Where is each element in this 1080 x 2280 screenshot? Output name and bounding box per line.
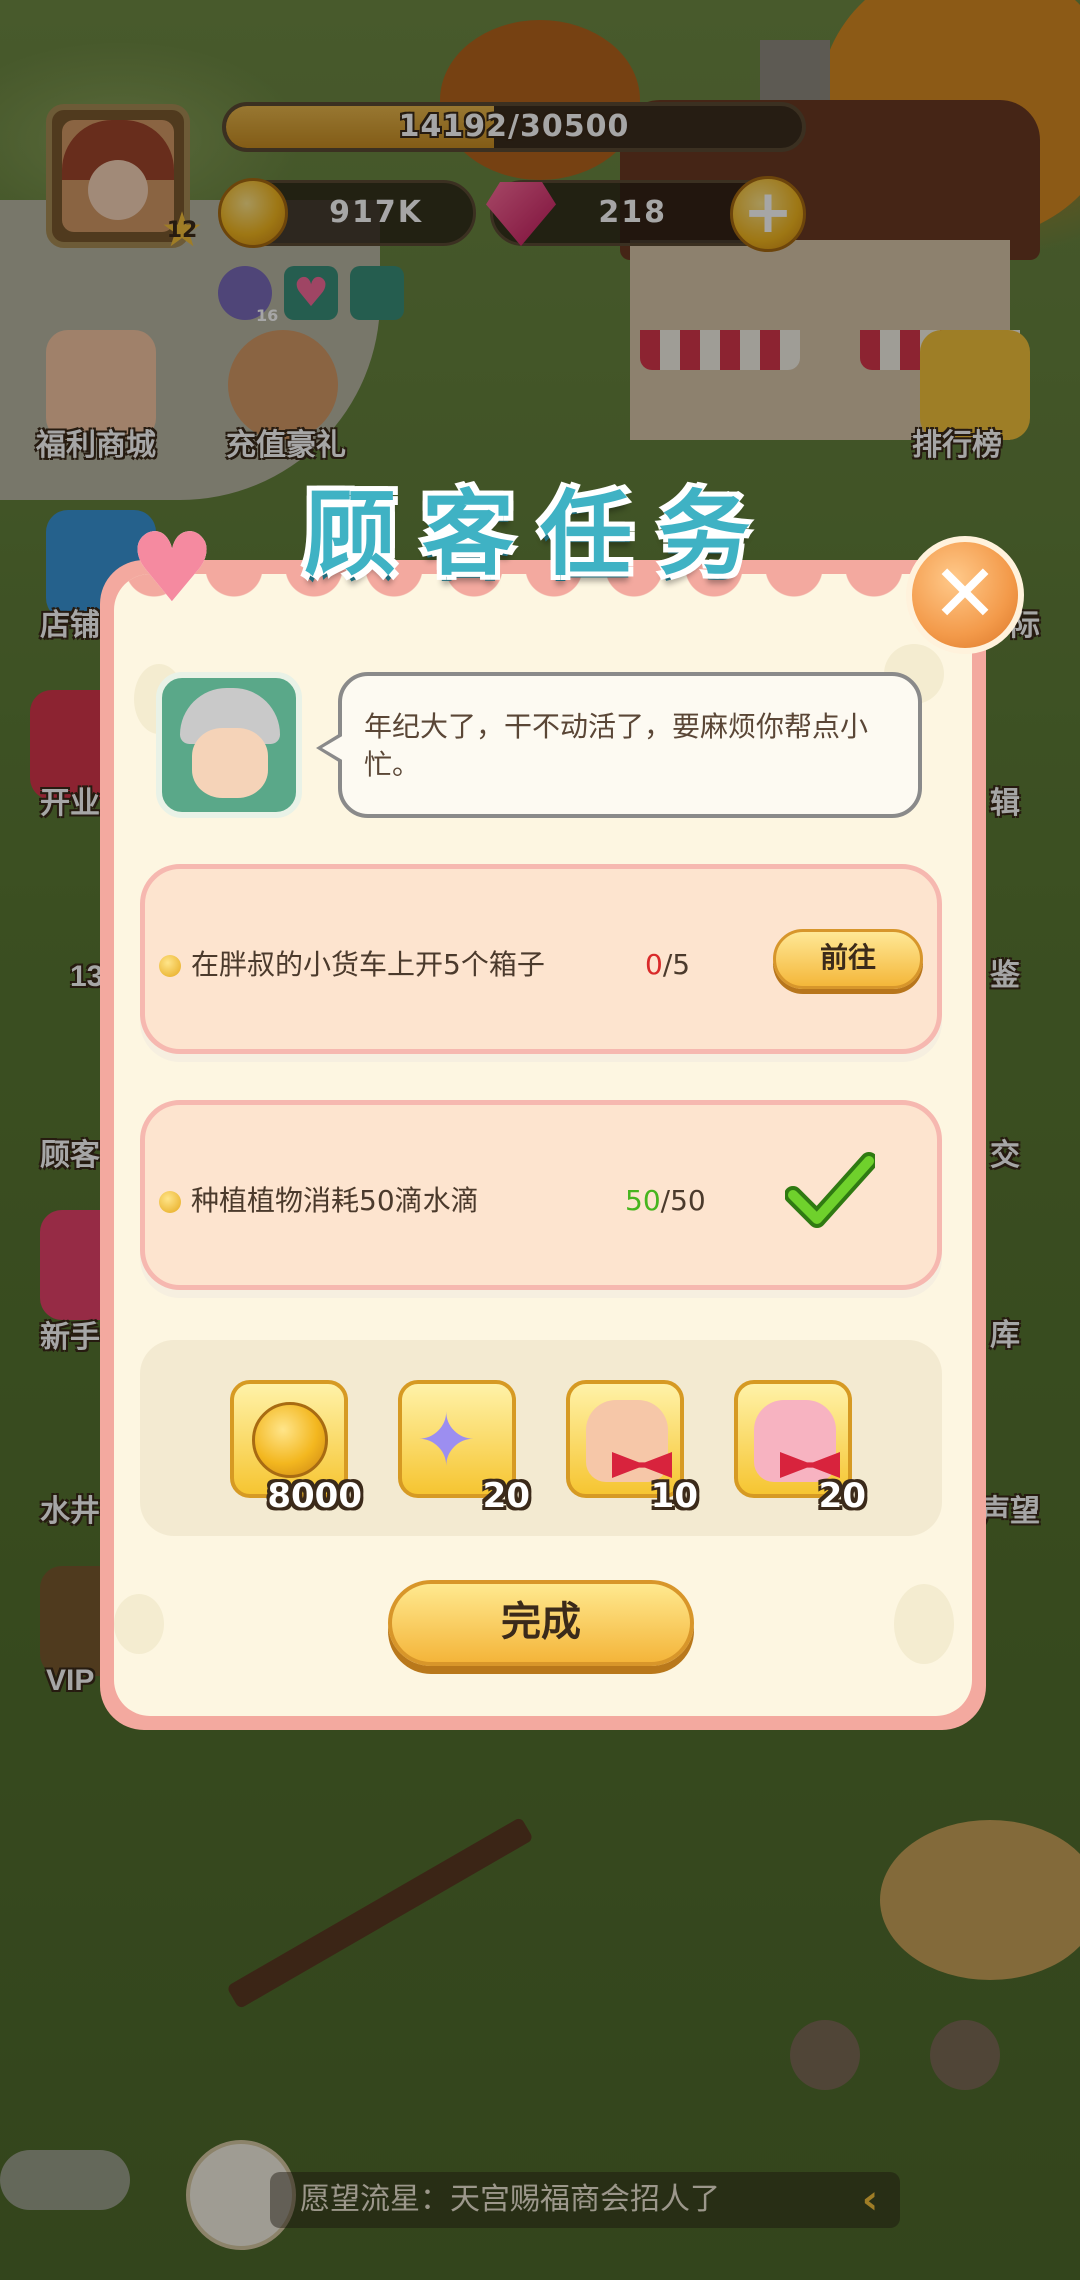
npc-portrait bbox=[156, 672, 302, 818]
task-1-progress: 0/5 bbox=[645, 947, 690, 983]
reward-4-count: 20 bbox=[818, 1476, 866, 1516]
reward-wand[interactable]: ✦ 20 bbox=[398, 1380, 530, 1516]
reward-panel: 8000 ✦ 20 10 20 bbox=[140, 1340, 942, 1536]
magic-wand-icon: ✦ bbox=[416, 1398, 477, 1482]
checkmark-icon bbox=[785, 1152, 875, 1228]
reward-1-count: 8000 bbox=[267, 1476, 362, 1516]
task-1-current: 0 bbox=[645, 948, 663, 981]
task-2-progress: 50/50 bbox=[625, 1183, 706, 1219]
close-button[interactable]: ✕ bbox=[906, 536, 1024, 654]
dialog-title: 顾客任务 bbox=[303, 481, 776, 588]
decor-bubble bbox=[894, 1584, 954, 1664]
task-item-2: 种植植物消耗50滴水滴 50/50 bbox=[140, 1100, 942, 1290]
reward-2-count: 20 bbox=[482, 1476, 530, 1516]
goto-button[interactable]: 前往 bbox=[773, 929, 923, 989]
bullet-icon bbox=[159, 955, 181, 977]
coin-icon bbox=[252, 1402, 328, 1478]
task-2-text: 种植植物消耗50滴水滴 bbox=[191, 1184, 479, 1217]
npc-speech-text: 年纪大了，干不动活了，要麻烦你帮点小忙。 bbox=[364, 710, 869, 781]
npc-speech-bubble: 年纪大了，干不动活了，要麻烦你帮点小忙。 bbox=[316, 672, 922, 818]
task-item-1: 在胖叔的小货车上开5个箱子 0/5 前往 bbox=[140, 864, 942, 1054]
heart-decor-icon: ♥ bbox=[128, 512, 216, 624]
task-1-total: /5 bbox=[662, 948, 691, 981]
reward-coin[interactable]: 8000 bbox=[230, 1380, 362, 1516]
reward-gift-bag[interactable]: 20 bbox=[734, 1380, 866, 1516]
mystery-bag-icon bbox=[586, 1400, 672, 1482]
gift-bag-icon bbox=[754, 1400, 840, 1482]
complete-button[interactable]: 完成 bbox=[388, 1580, 694, 1666]
reward-mystery-bag[interactable]: 10 bbox=[566, 1380, 698, 1516]
task-2-total: /50 bbox=[660, 1184, 706, 1217]
decor-bubble bbox=[114, 1594, 164, 1654]
reward-3-count: 10 bbox=[650, 1476, 698, 1516]
bullet-icon bbox=[159, 1191, 181, 1213]
task-2-current: 50 bbox=[625, 1184, 661, 1217]
task-1-text: 在胖叔的小货车上开5个箱子 bbox=[191, 948, 545, 981]
